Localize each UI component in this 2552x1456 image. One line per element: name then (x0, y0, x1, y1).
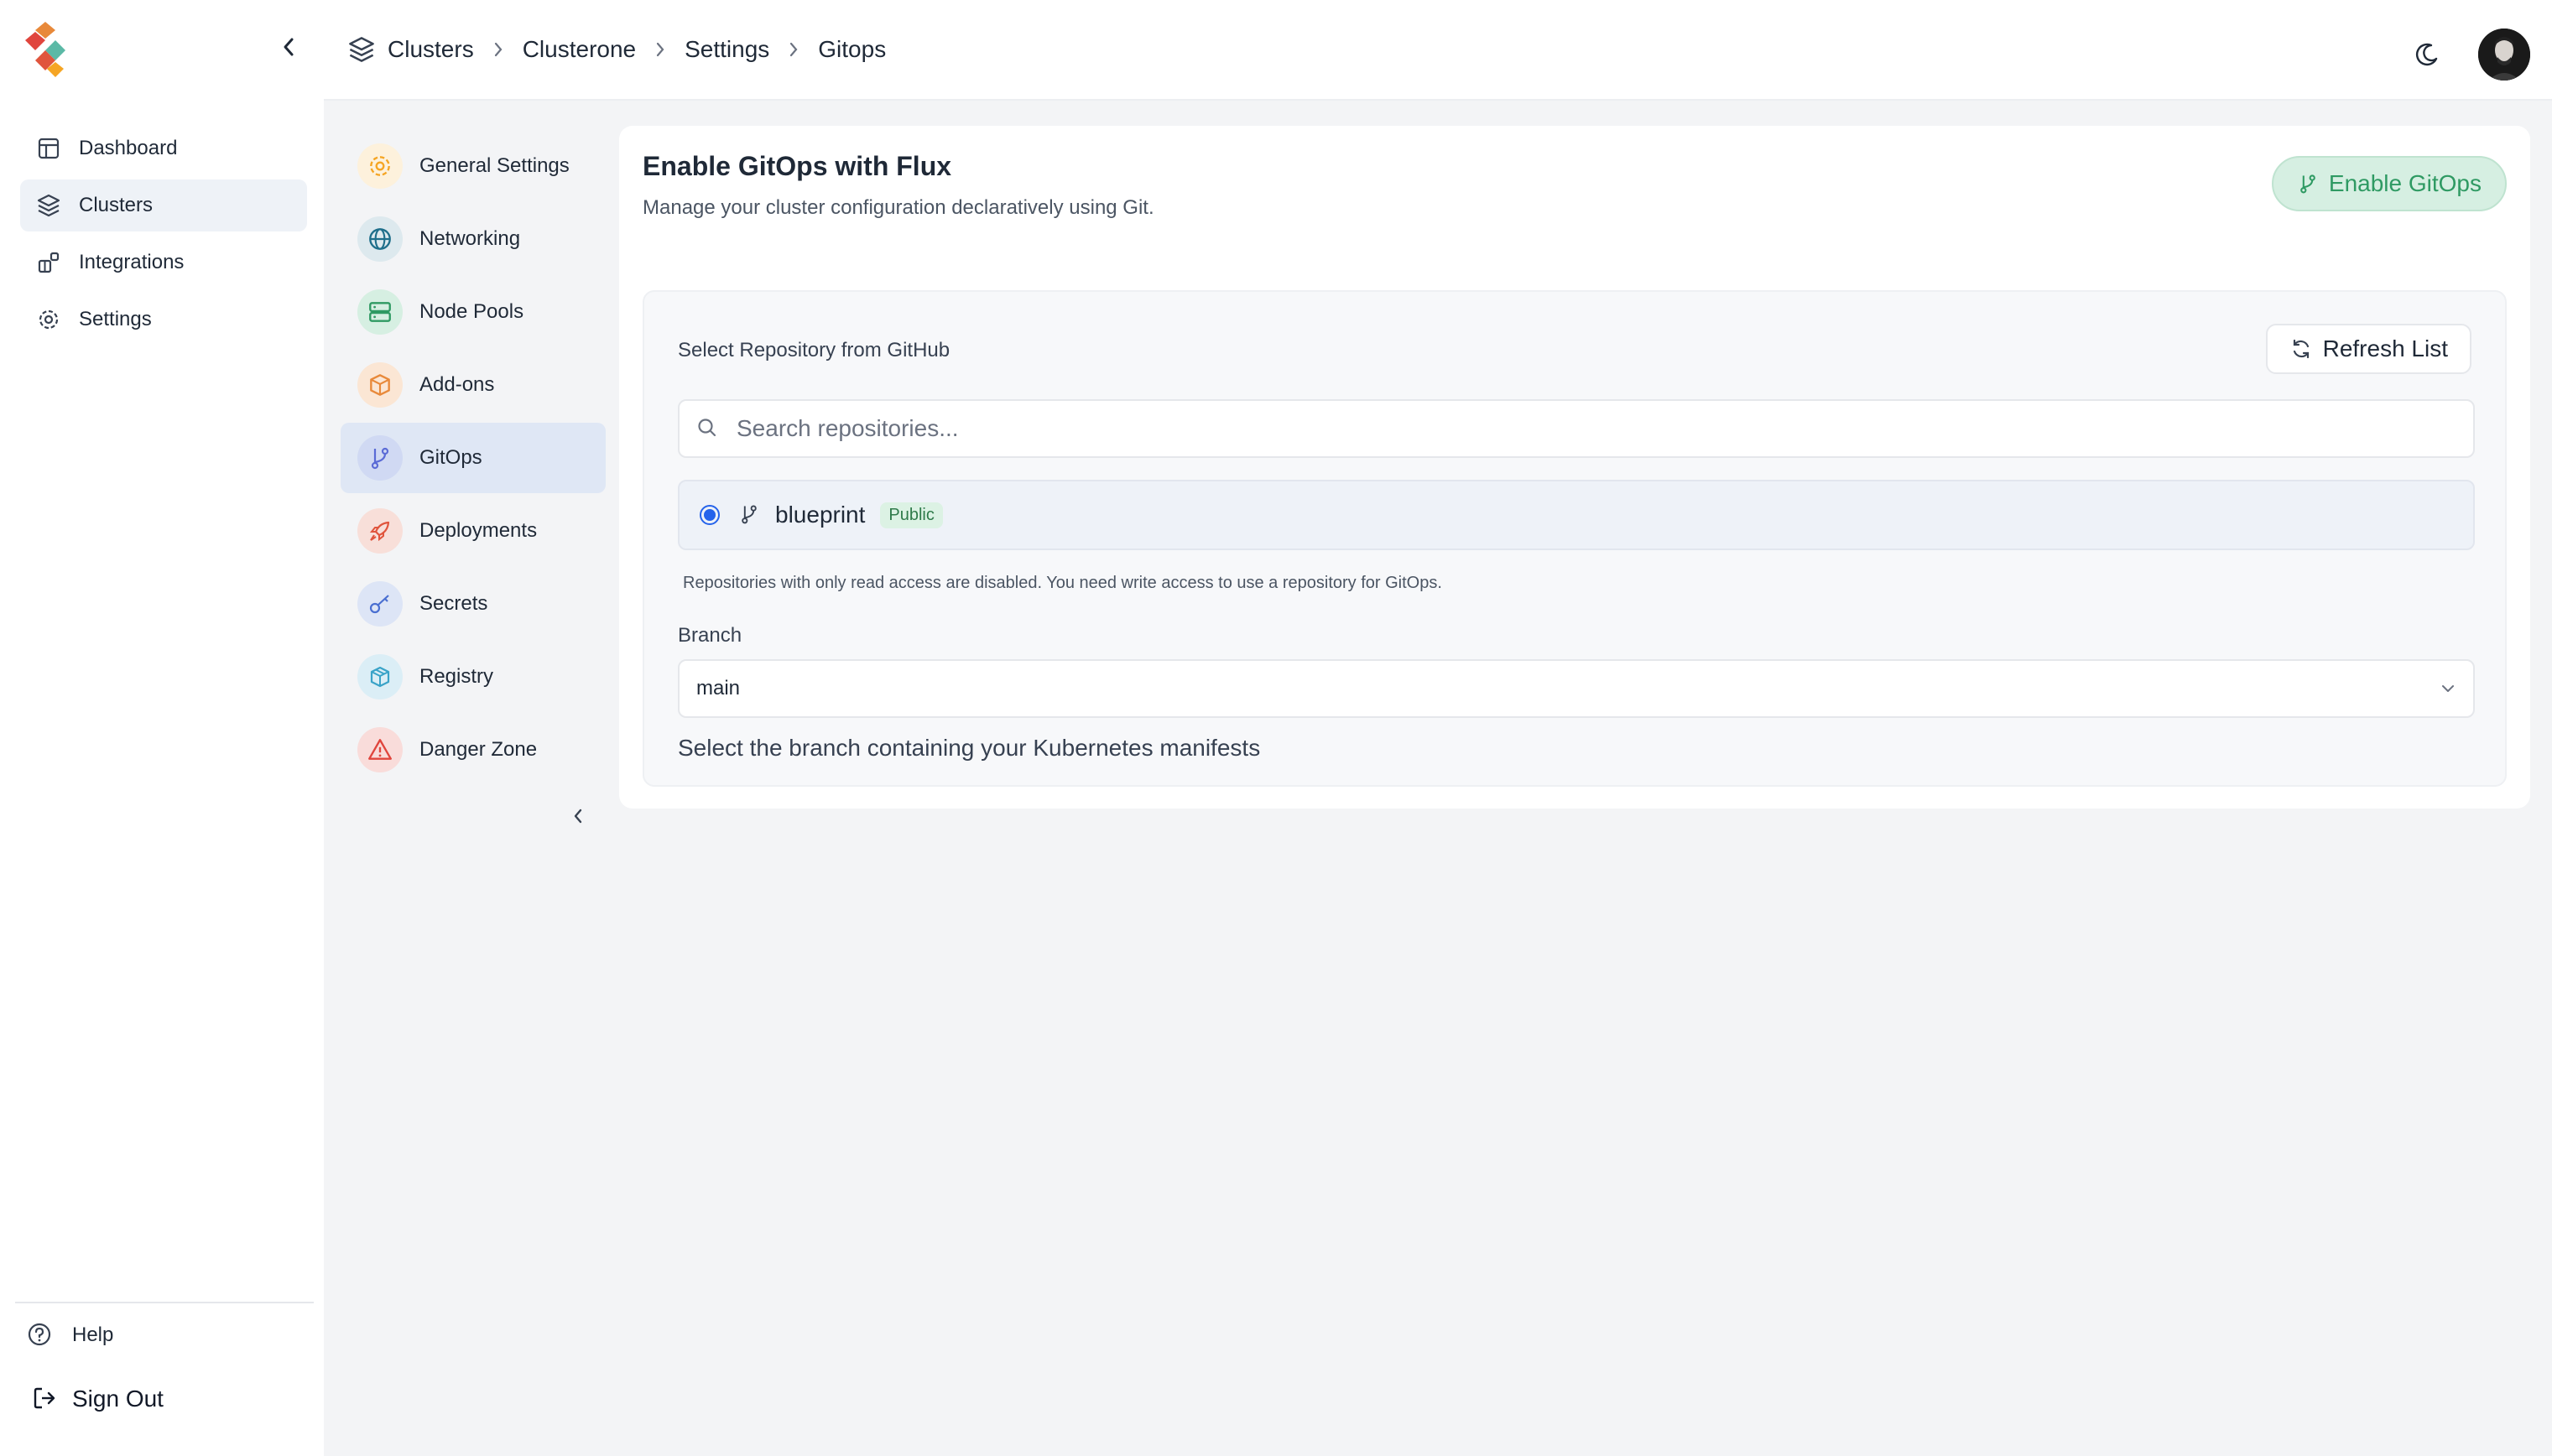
refresh-icon (2289, 337, 2313, 361)
repo-list-item[interactable]: blueprint Public (678, 480, 2475, 550)
gitops-card: Enable GitOps with Flux Manage your clus… (619, 126, 2530, 809)
repo-section-label: Select Repository from GitHub (678, 339, 950, 361)
avatar[interactable] (2478, 29, 2530, 81)
subnav-item-label: General Settings (419, 154, 570, 177)
layers-icon (35, 192, 62, 219)
integrations-icon (35, 249, 62, 276)
sidebar-item-label: Settings (79, 308, 152, 330)
theme-toggle-button[interactable] (2413, 40, 2441, 69)
dashboard-icon (35, 135, 62, 162)
settings-subnav: General Settings Networking Node Pools A… (341, 131, 606, 788)
chevron-down-icon (2440, 677, 2456, 700)
sign-out-icon (32, 1386, 59, 1412)
chevron-right-icon (489, 40, 508, 59)
git-branch-icon (738, 503, 762, 527)
topbar: Clusters Clusterone Settings Gitops (324, 0, 2552, 101)
warning-icon (357, 727, 403, 772)
subnav-item-gitops[interactable]: GitOps (341, 423, 606, 493)
chevron-right-icon (651, 40, 669, 59)
repository-panel: Select Repository from GitHub Refresh Li… (643, 290, 2507, 787)
repo-search (678, 399, 2475, 458)
logo (25, 22, 76, 79)
sign-out-button[interactable]: Sign Out (32, 1386, 164, 1412)
subnav-item-node-pools[interactable]: Node Pools (341, 277, 606, 347)
help-link[interactable]: Help (27, 1322, 113, 1349)
help-circle-icon (27, 1322, 54, 1349)
subnav-item-label: GitOps (419, 446, 482, 469)
page-title: Enable GitOps with Flux (643, 151, 952, 181)
git-branch-icon (357, 435, 403, 481)
branch-select[interactable]: main (678, 659, 2475, 718)
sidebar-item-integrations[interactable]: Integrations (20, 237, 307, 289)
sidebar-item-label: Integrations (79, 251, 185, 273)
subnav-item-label: Registry (419, 665, 494, 688)
subnav-item-registry[interactable]: Registry (341, 642, 606, 712)
sidebar-item-dashboard[interactable]: Dashboard (20, 122, 307, 174)
breadcrumb-settings[interactable]: Settings (685, 36, 769, 63)
visibility-badge: Public (880, 502, 943, 528)
rocket-icon (357, 508, 403, 554)
breadcrumb-cluster[interactable]: Clusterone (523, 36, 636, 63)
chevron-right-icon (784, 40, 803, 59)
subnav-item-label: Add-ons (419, 373, 495, 396)
breadcrumb: Clusters Clusterone Settings Gitops (347, 35, 886, 64)
sidebar: Dashboard Clusters Integrations Settings (0, 0, 324, 1456)
box-icon (357, 654, 403, 699)
page-subtitle: Manage your cluster configuration declar… (643, 196, 1154, 219)
chevron-left-icon (284, 38, 294, 56)
subnav-item-label: Node Pools (419, 300, 524, 323)
enable-gitops-button[interactable]: Enable GitOps (2271, 156, 2507, 211)
sidebar-item-label: Clusters (79, 194, 154, 216)
help-label: Help (72, 1323, 114, 1346)
write-access-note: Repositories with only read access are d… (683, 574, 1442, 592)
moon-icon (2415, 43, 2438, 66)
subnav-item-secrets[interactable]: Secrets (341, 569, 606, 639)
subnav-item-networking[interactable]: Networking (341, 204, 606, 274)
subnav-item-general-settings[interactable]: General Settings (341, 131, 606, 201)
git-branch-icon (2297, 173, 2319, 195)
repo-name: blueprint (775, 502, 866, 528)
subnav-item-label: Secrets (419, 592, 488, 615)
breadcrumb-clusters[interactable]: Clusters (388, 36, 474, 63)
subnav-collapse-button[interactable] (569, 803, 587, 829)
sidebar-item-settings[interactable]: Settings (20, 294, 307, 346)
server-icon (357, 289, 403, 335)
app-root: Dashboard Clusters Integrations Settings (0, 0, 2552, 1456)
key-icon (357, 581, 403, 627)
repo-radio[interactable] (700, 505, 720, 525)
sidebar-item-label: Dashboard (79, 137, 178, 159)
branch-value: main (696, 677, 741, 699)
gear-icon (35, 306, 62, 333)
search-input[interactable] (737, 415, 2473, 442)
branch-help-text: Select the branch containing your Kubern… (678, 735, 1261, 761)
enable-gitops-label: Enable GitOps (2328, 170, 2482, 196)
subnav-item-label: Deployments (419, 519, 538, 542)
sign-out-label: Sign Out (72, 1386, 164, 1412)
search-icon (696, 417, 720, 440)
subnav-item-add-ons[interactable]: Add-ons (341, 350, 606, 420)
layers-icon (347, 35, 376, 64)
chevron-left-icon (574, 809, 582, 824)
globe-icon (357, 216, 403, 262)
branch-label: Branch (678, 624, 742, 647)
subnav-item-danger-zone[interactable]: Danger Zone (341, 715, 606, 785)
breadcrumb-gitops: Gitops (818, 36, 887, 62)
package-icon (357, 362, 403, 408)
subnav-item-label: Danger Zone (419, 738, 538, 761)
refresh-list-button[interactable]: Refresh List (2265, 324, 2471, 374)
sidebar-divider (15, 1302, 314, 1303)
subnav-item-deployments[interactable]: Deployments (341, 496, 606, 566)
sidebar-collapse-button[interactable] (277, 32, 300, 62)
main-nav: Dashboard Clusters Integrations Settings (20, 122, 307, 351)
refresh-list-label: Refresh List (2322, 335, 2448, 361)
sidebar-item-clusters[interactable]: Clusters (20, 179, 307, 231)
subnav-item-label: Networking (419, 227, 521, 250)
gear-icon (357, 143, 403, 189)
